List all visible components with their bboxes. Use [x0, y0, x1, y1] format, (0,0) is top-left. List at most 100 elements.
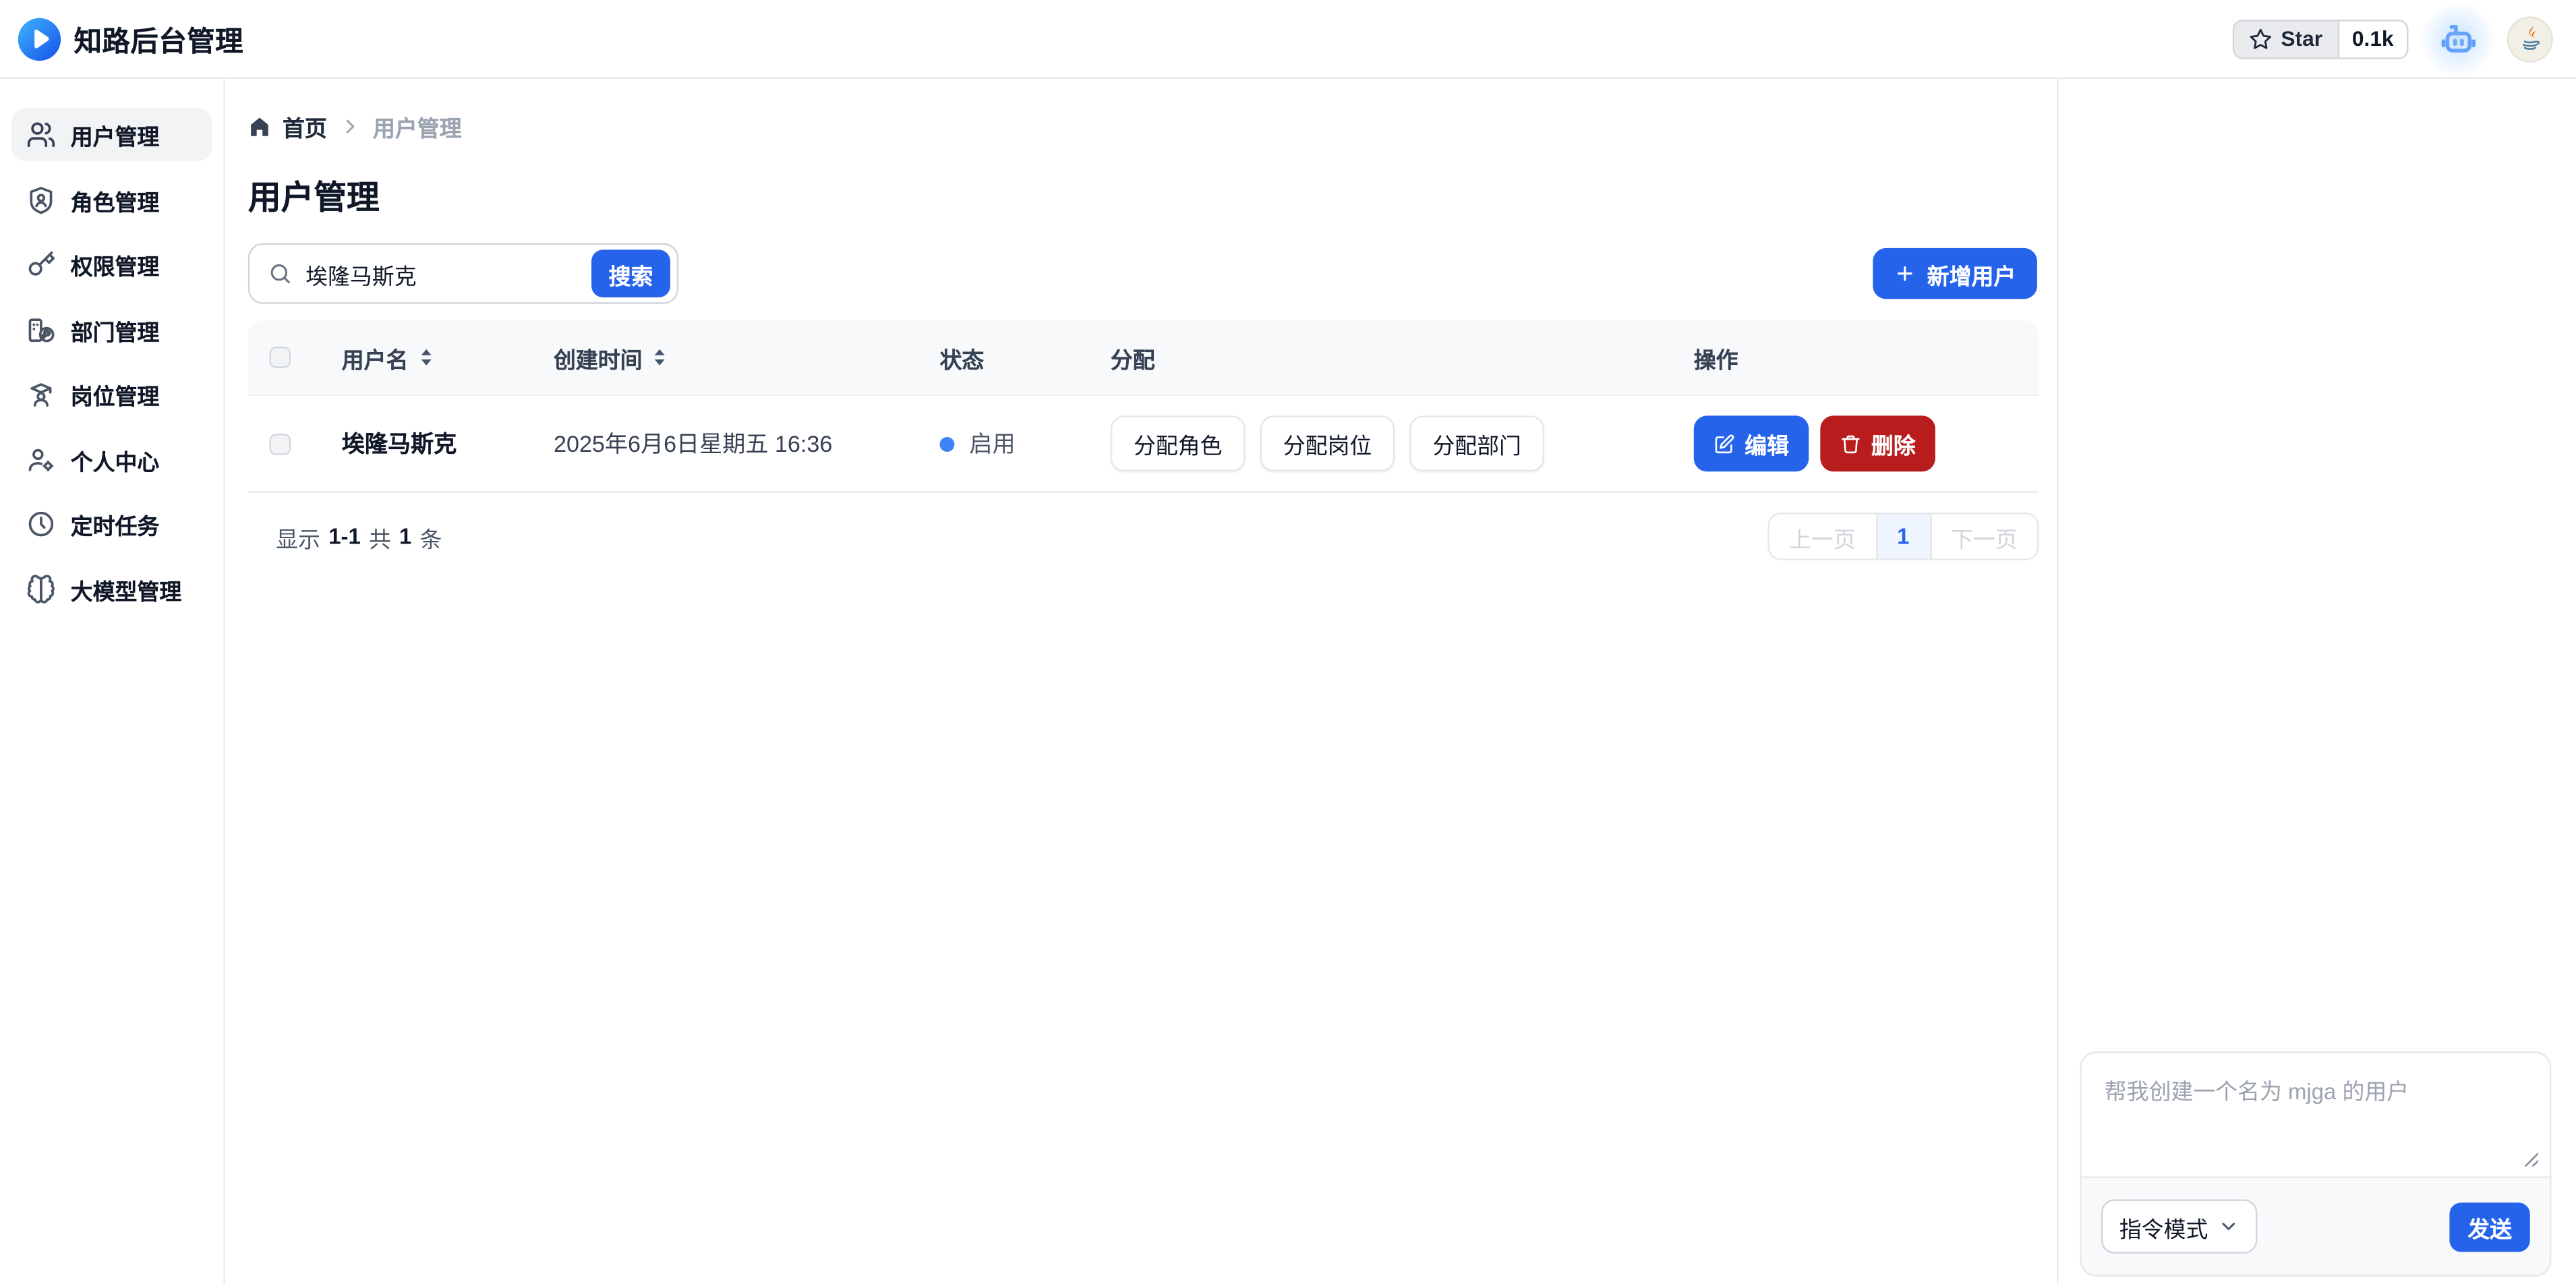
assign-dept-button[interactable]: 分配部门 — [1409, 415, 1544, 471]
pagination-summary: 显示 1-1 共 1 条 — [276, 520, 442, 553]
row-checkbox[interactable] — [270, 433, 291, 455]
robot-halo — [2420, 1, 2496, 76]
user-avatar[interactable] — [2507, 16, 2553, 61]
sidebar-item-label: 定时任务 — [71, 508, 160, 541]
sidebar-item-label: 个人中心 — [71, 443, 160, 476]
sort-carets-icon — [652, 347, 667, 368]
app-title: 知路后台管理 — [74, 18, 243, 59]
select-all-checkbox[interactable] — [270, 347, 291, 368]
main-content: 首页 用户管理 用户管理 搜索 新增用户 — [225, 79, 2059, 1284]
assign-post-button[interactable]: 分配岗位 — [1260, 415, 1395, 471]
sidebar-item-label: 角色管理 — [71, 183, 160, 216]
edit-label: 编辑 — [1745, 427, 1789, 460]
edit-button[interactable]: 编辑 — [1694, 415, 1809, 471]
app-logo-icon — [16, 16, 62, 61]
edit-icon — [1714, 433, 1735, 455]
summary-total: 1 — [399, 524, 411, 549]
cell-status: 启用 — [940, 427, 1111, 460]
breadcrumb: 首页 用户管理 — [248, 110, 2037, 143]
chevron-down-icon — [2218, 1216, 2240, 1237]
mode-select-label: 指令模式 — [2119, 1210, 2208, 1243]
brand: 知路后台管理 — [16, 16, 243, 61]
assign-role-button[interactable]: 分配角色 — [1111, 415, 1246, 471]
chat-footer: 指令模式 发送 — [2082, 1176, 2550, 1275]
row-checkbox-cell — [248, 433, 342, 455]
chat-input-wrap — [2082, 1053, 2550, 1177]
add-user-button[interactable]: 新增用户 — [1873, 248, 2037, 299]
resize-grip-icon[interactable] — [2522, 1150, 2538, 1166]
search-icon — [268, 261, 293, 286]
users-icon — [26, 120, 56, 150]
send-button[interactable]: 发送 — [2449, 1202, 2529, 1251]
cell-actions: 编辑 删除 — [1694, 415, 2039, 471]
user-gear-icon — [26, 444, 56, 474]
users-table: 用户名 创建时间 状态 分配 操作 埃隆马斯克 2025年 — [248, 320, 2039, 493]
sidebar-item-profile[interactable]: 个人中心 — [11, 433, 212, 486]
breadcrumb-home-label: 首页 — [283, 110, 327, 143]
add-user-label: 新增用户 — [1927, 257, 2016, 290]
cell-username: 埃隆马斯克 — [342, 427, 554, 460]
mode-select[interactable]: 指令模式 — [2101, 1199, 2257, 1253]
sort-carets-icon — [418, 347, 433, 368]
sidebar-item-users[interactable]: 用户管理 — [11, 109, 212, 161]
next-page-button[interactable]: 下一页 — [1931, 515, 2037, 559]
github-star-button[interactable]: Star 0.1k — [2233, 19, 2409, 58]
brain-icon — [26, 574, 56, 604]
table-header-row: 用户名 创建时间 状态 分配 操作 — [248, 320, 2039, 396]
prev-page-button[interactable]: 上一页 — [1769, 515, 1875, 559]
chat-textarea[interactable] — [2082, 1053, 2550, 1177]
cell-created: 2025年6月6日星期五 16:36 — [554, 427, 940, 460]
key-icon — [26, 250, 56, 279]
graduate-icon — [26, 380, 56, 409]
sidebar-item-label: 大模型管理 — [71, 573, 181, 606]
sidebar-item-llm[interactable]: 大模型管理 — [11, 562, 212, 615]
breadcrumb-current: 用户管理 — [373, 110, 462, 143]
star-label: Star — [2281, 26, 2322, 51]
cell-assign: 分配角色 分配岗位 分配部门 — [1111, 415, 1694, 471]
sidebar-item-label: 权限管理 — [71, 248, 160, 281]
assistant-panel: 指令模式 发送 — [2060, 79, 2576, 1284]
col-header-actions: 操作 — [1694, 341, 2039, 374]
col-header-created[interactable]: 创建时间 — [554, 341, 940, 374]
breadcrumb-home[interactable]: 首页 — [248, 110, 327, 143]
sidebar-item-departments[interactable]: 部门管理 — [11, 303, 212, 355]
page-title: 用户管理 — [248, 171, 2037, 218]
status-label: 启用 — [969, 427, 1015, 460]
shield-user-icon — [26, 185, 56, 214]
col-header-status: 状态 — [940, 341, 1111, 374]
clock-icon — [26, 509, 56, 539]
header-checkbox-cell — [248, 347, 342, 368]
sidebar-item-label: 部门管理 — [71, 313, 160, 346]
trash-icon — [1840, 433, 1862, 455]
col-header-assign: 分配 — [1111, 341, 1694, 374]
chevron-right-icon — [340, 117, 359, 136]
sidebar-item-label: 岗位管理 — [71, 378, 160, 411]
app-root: 知路后台管理 Star 0.1k — [0, 0, 2576, 1284]
pager: 上一页 1 下一页 — [1767, 513, 2039, 560]
status-dot — [940, 436, 955, 451]
star-count: 0.1k — [2339, 20, 2407, 57]
delete-button[interactable]: 删除 — [1820, 415, 1935, 471]
search-box: 搜索 — [248, 243, 678, 304]
sidebar: 用户管理 角色管理 权限管理 部门管理 岗位管理 — [0, 79, 225, 1284]
sidebar-item-roles[interactable]: 角色管理 — [11, 173, 212, 226]
page-number-button[interactable]: 1 — [1875, 515, 1931, 559]
ai-assistant-toggle[interactable] — [2433, 14, 2482, 63]
delete-label: 删除 — [1871, 427, 1916, 460]
sidebar-item-posts[interactable]: 岗位管理 — [11, 368, 212, 421]
search-button[interactable]: 搜索 — [591, 250, 670, 297]
chat-card: 指令模式 发送 — [2080, 1051, 2551, 1277]
summary-range: 1-1 — [328, 524, 361, 549]
top-bar-right: Star 0.1k — [2233, 14, 2553, 63]
sidebar-item-permissions[interactable]: 权限管理 — [11, 238, 212, 291]
table-row: 埃隆马斯克 2025年6月6日星期五 16:36 启用 分配角色 分配岗位 分配… — [248, 396, 2039, 493]
col-header-username[interactable]: 用户名 — [342, 341, 554, 374]
plus-icon — [1894, 263, 1916, 285]
toolbar: 搜索 新增用户 — [248, 243, 2037, 304]
java-logo-avatar — [2513, 22, 2546, 55]
home-icon — [248, 115, 271, 138]
pagination-row: 显示 1-1 共 1 条 上一页 1 下一页 — [248, 513, 2039, 560]
building-wrench-icon — [26, 315, 56, 345]
sidebar-item-label: 用户管理 — [71, 118, 160, 151]
sidebar-item-scheduled-tasks[interactable]: 定时任务 — [11, 498, 212, 550]
